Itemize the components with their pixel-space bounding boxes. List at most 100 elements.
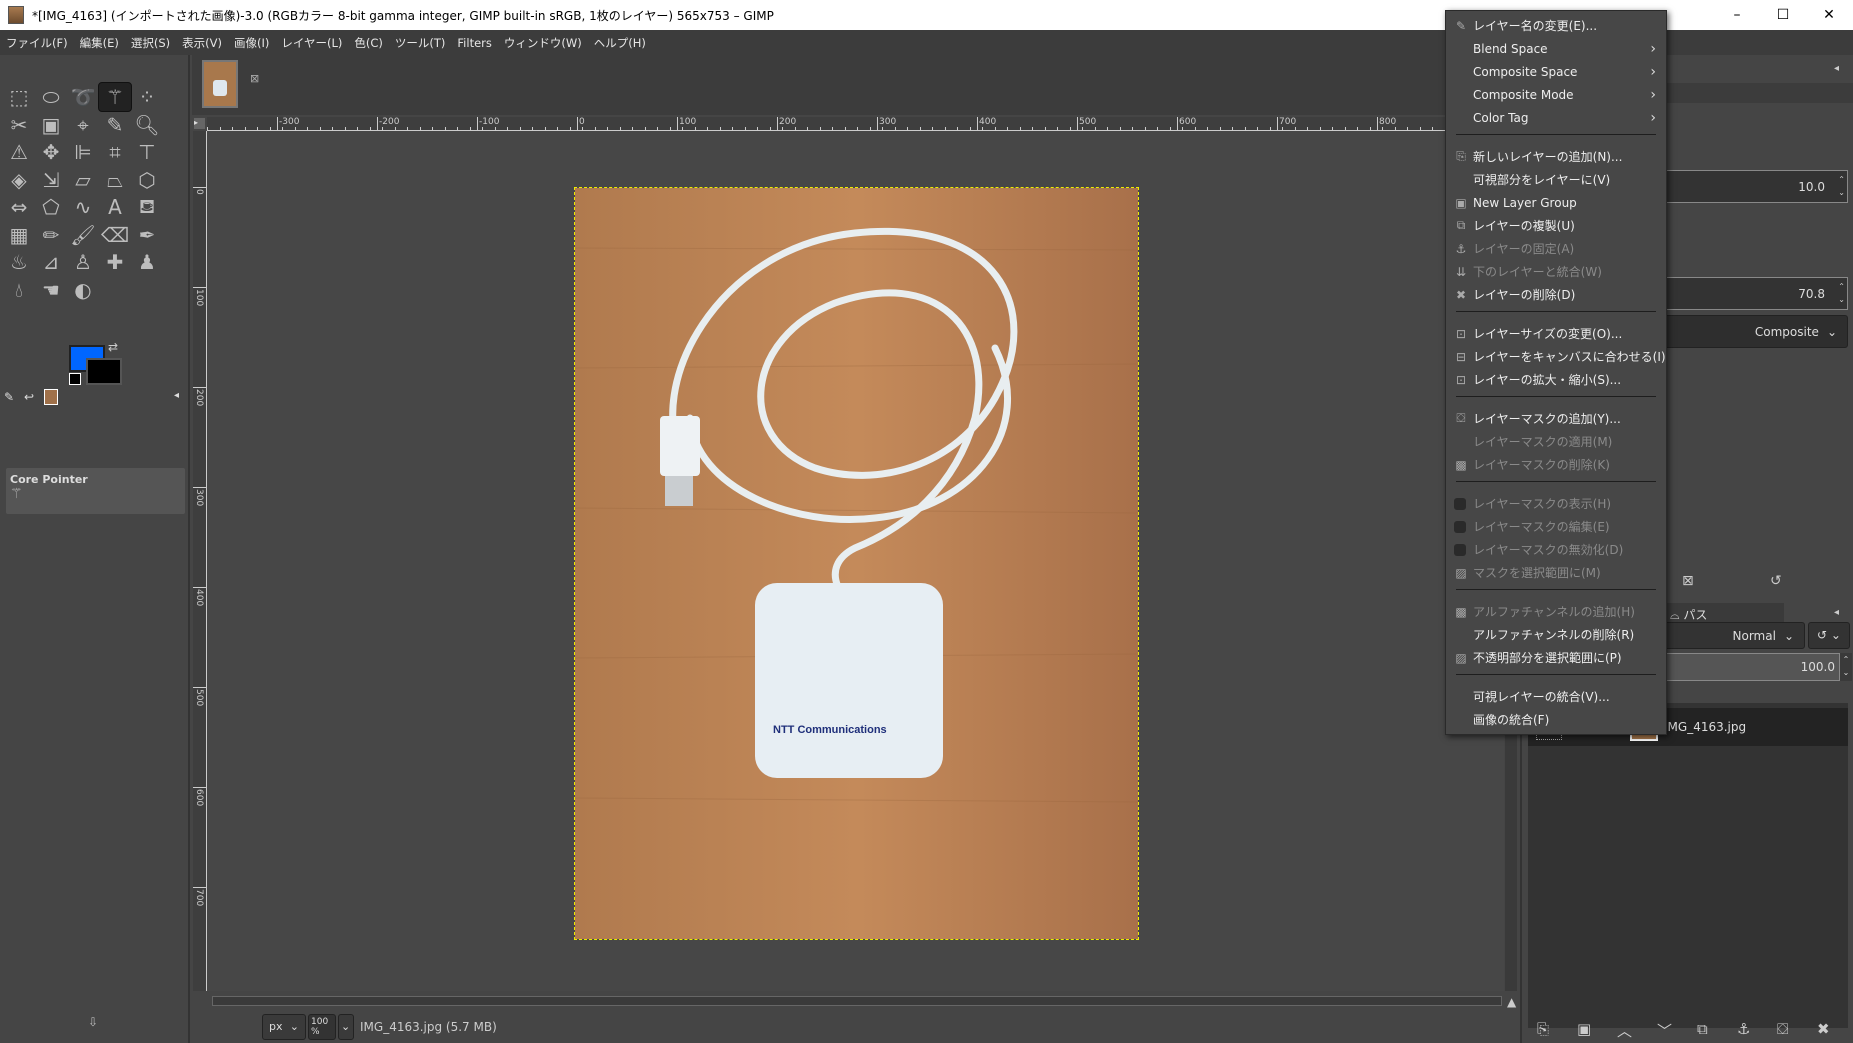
menu-9[interactable]: ウィンドウ(W) <box>504 35 582 51</box>
close-image-tab-icon[interactable]: ⊠ <box>250 72 259 85</box>
menu-2[interactable]: 選択(S) <box>131 35 170 51</box>
context-menu-item[interactable]: ⊡ レイヤーの拡大・縮小(S)... <box>1446 368 1666 391</box>
maximize-button[interactable]: ☐ <box>1760 0 1806 30</box>
menu-10[interactable]: ヘルプ(H) <box>594 35 646 51</box>
delete-layer-button[interactable]: ✖ <box>1817 1020 1830 1038</box>
zoom-tool-icon[interactable]: 🔍︎ <box>130 110 164 140</box>
default-colors-icon[interactable] <box>69 373 81 385</box>
smudge-tool-icon[interactable]: ☚ <box>34 275 68 305</box>
new-layer-group-button[interactable]: ▣ <box>1577 1020 1591 1038</box>
context-menu-item[interactable]: Blend Space › <box>1446 37 1666 60</box>
blur-tool-icon[interactable]: 💧︎ <box>2 275 36 305</box>
context-menu-item[interactable]: ▨ 不透明部分を選択範囲に(P) <box>1446 646 1666 669</box>
menu-4[interactable]: 画像(I) <box>234 35 269 51</box>
ink-tool-icon[interactable]: ♨ <box>2 247 36 277</box>
minimize-button[interactable]: – <box>1714 0 1760 30</box>
panel-menu-icon[interactable]: ◂ <box>1834 607 1839 618</box>
panel-menu-icon[interactable]: ◂ <box>1834 63 1839 74</box>
heal-tool-icon[interactable]: ✚ <box>98 247 132 277</box>
scale-tool-icon[interactable]: ⇲ <box>34 165 68 195</box>
close-button[interactable]: ✕ <box>1806 0 1852 30</box>
clone-tool-icon[interactable]: ♙ <box>66 247 100 277</box>
undo-history-tab-icon[interactable]: ↩ <box>24 390 34 404</box>
swap-colors-icon[interactable]: ⇄ <box>108 340 118 354</box>
menu-8[interactable]: Filters <box>457 36 491 50</box>
image-canvas[interactable]: NTT Communications <box>574 187 1139 940</box>
reset-icon[interactable]: ↺ <box>1770 573 1782 589</box>
image-tab-thumbnail[interactable] <box>202 60 238 108</box>
context-menu-item[interactable]: ✎ レイヤー名の変更(E)... <box>1446 14 1666 37</box>
context-menu-item[interactable]: ⧉ レイヤーの複製(U) <box>1446 214 1666 237</box>
context-menu-item[interactable]: ⎘ 新しいレイヤーの追加(N)... <box>1446 145 1666 168</box>
context-menu-item[interactable]: 画像の統合(F) <box>1446 708 1666 731</box>
spinner-icon[interactable]: ⌃ ⌄ <box>1838 280 1845 306</box>
color-picker-tool-icon[interactable]: ✎ <box>98 110 132 140</box>
device-status-tab-icon[interactable]: ✎ <box>4 390 14 404</box>
anchor-layer-button[interactable]: ⚓ <box>1737 1020 1750 1038</box>
navigate-icon[interactable]: ▲ <box>1507 995 1516 1009</box>
text-tool-icon[interactable]: A <box>98 192 132 222</box>
dodge-burn-tool-icon[interactable]: ◐ <box>66 275 100 305</box>
context-menu-item[interactable]: ⛋ レイヤーマスクの追加(Y)... <box>1446 407 1666 430</box>
airbrush-tool-icon[interactable]: ✒ <box>130 220 164 250</box>
move-tool-icon[interactable]: ✥ <box>34 137 68 167</box>
context-menu-item[interactable]: Composite Mode › <box>1446 83 1666 106</box>
paintbrush-tool-icon[interactable]: 🖌︎ <box>66 220 100 250</box>
menu-6[interactable]: 色(C) <box>354 35 383 51</box>
composite-mode-button[interactable]: ↺ ⌄ <box>1808 622 1850 649</box>
context-menu-item[interactable]: 可視レイヤーの統合(V)... <box>1446 685 1666 708</box>
context-menu-item[interactable]: ⊡ レイヤーサイズの変更(O)... <box>1446 322 1666 345</box>
gradient-tool-icon[interactable]: ▦ <box>2 220 36 250</box>
dock-restore-icon[interactable]: ⇩ <box>88 1015 98 1029</box>
menu-0[interactable]: ファイル(F) <box>6 35 68 51</box>
delete-icon[interactable]: ⊠ <box>1682 573 1694 589</box>
context-menu-item[interactable]: アルファチャンネルの削除(R) <box>1446 623 1666 646</box>
context-menu-item[interactable]: ⊟ レイヤーをキャンバスに合わせる(I) <box>1446 345 1666 368</box>
spinner-icon[interactable]: ⌃ ⌄ <box>1838 173 1845 199</box>
zoom-field[interactable]: 100 % <box>308 1013 336 1040</box>
warp-tool-icon[interactable]: ∿ <box>66 192 100 222</box>
lower-layer-button[interactable]: ﹀ <box>1657 1020 1672 1041</box>
context-menu-item[interactable]: ▣ New Layer Group <box>1446 191 1666 214</box>
foreground-select-tool-icon[interactable]: ⁘ <box>130 82 164 112</box>
images-tab-icon[interactable] <box>44 389 58 405</box>
eraser-tool-icon[interactable]: ⌫ <box>98 220 132 250</box>
rect-select-tool-icon[interactable]: ⬚ <box>2 82 36 112</box>
zoom-dropdown[interactable]: ⌄ <box>338 1013 354 1040</box>
3d-transform-tool-icon[interactable]: ⬡ <box>130 165 164 195</box>
unified-transform-tool-icon[interactable]: ⊤ <box>130 137 164 167</box>
horizontal-scrollbar[interactable] <box>212 996 1502 1006</box>
crop-tool-icon[interactable]: ⌗ <box>98 137 132 167</box>
context-menu-item[interactable]: Color Tag › <box>1446 106 1666 129</box>
ellipse-select-tool-icon[interactable]: ⬭ <box>34 82 68 112</box>
raise-layer-button[interactable]: ︿ <box>1617 1020 1632 1041</box>
menu-5[interactable]: レイヤー(L) <box>281 35 342 51</box>
perspective-tool-icon[interactable]: ⏢ <box>98 165 132 195</box>
scissors-select-tool-icon[interactable]: ✂ <box>2 110 36 140</box>
panel-menu-icon[interactable]: ◂ <box>174 390 179 401</box>
paths-tool-icon[interactable]: ⌖ <box>66 110 100 140</box>
free-select-tool-icon[interactable]: ➰ <box>66 82 100 112</box>
menu-3[interactable]: 表示(V) <box>182 35 222 51</box>
menu-1[interactable]: 編集(E) <box>80 35 119 51</box>
measure-tool-icon[interactable]: ⚠ <box>2 137 36 167</box>
duplicate-layer-button[interactable]: ⧉ <box>1697 1020 1708 1038</box>
context-menu-item[interactable]: 可視部分をレイヤーに(V) <box>1446 168 1666 191</box>
opacity-spinner[interactable]: ⌃ ⌄ <box>1840 653 1852 681</box>
align-tool-icon[interactable]: ⊫ <box>66 137 100 167</box>
add-mask-button[interactable]: ⛋ <box>1777 1020 1788 1038</box>
flip-tool-icon[interactable]: ⇔ <box>2 192 36 222</box>
menu-7[interactable]: ツール(T) <box>395 35 446 51</box>
pencil-tool-icon[interactable]: ✏ <box>34 220 68 250</box>
new-layer-button[interactable]: ⎘ <box>1537 1020 1549 1038</box>
background-color-swatch[interactable] <box>86 358 122 385</box>
perspective-clone-tool-icon[interactable]: ♟ <box>130 247 164 277</box>
bucket-fill-tool-icon[interactable]: ⛾ <box>130 192 164 222</box>
cage-tool-icon[interactable]: ⬠ <box>34 192 68 222</box>
layer-name[interactable]: IMG_4163.jpg <box>1664 720 1746 734</box>
unit-select[interactable]: px ⌄ <box>262 1013 306 1040</box>
fuzzy-select-tool-icon[interactable]: ⚚ <box>98 82 132 112</box>
quick-mask-toggle-icon[interactable]: ▸ <box>194 118 205 129</box>
mypaint-brush-tool-icon[interactable]: ⊿ <box>34 247 68 277</box>
rotate-tool-icon[interactable]: ◈ <box>2 165 36 195</box>
